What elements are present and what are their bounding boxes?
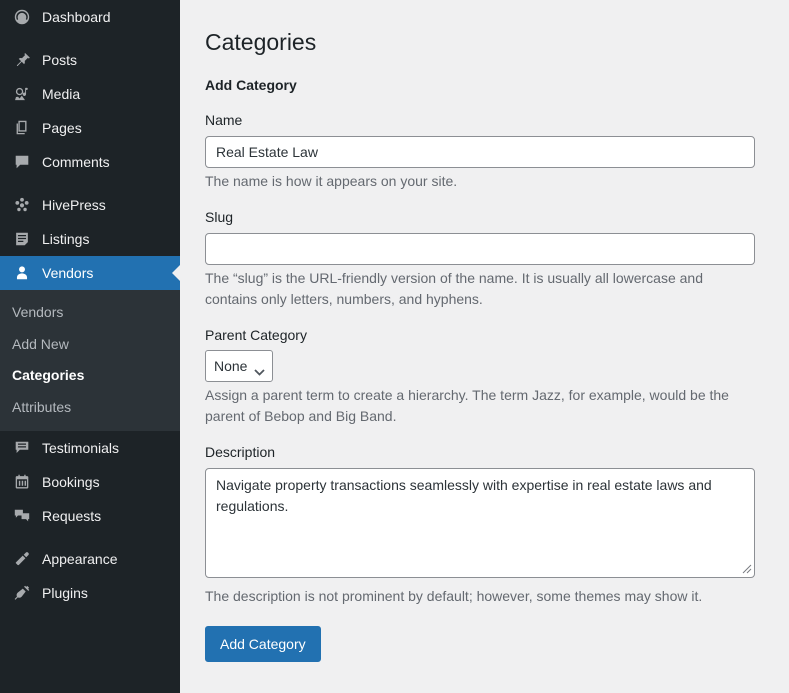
name-description: The name is how it appears on your site. — [205, 171, 755, 192]
sidebar-item-label: Appearance — [42, 552, 118, 566]
sidebar-item-label: Plugins — [42, 586, 88, 600]
description-textarea-wrap — [205, 468, 755, 578]
description-help-text: The description is not prominent by defa… — [205, 586, 755, 607]
parent-category-description: Assign a parent term to create a hierarc… — [205, 385, 755, 427]
submenu-item-vendors[interactable]: Vendors — [0, 297, 180, 329]
sidebar-item-comments[interactable]: Comments — [0, 145, 180, 179]
sidebar-item-label: Listings — [42, 232, 89, 246]
add-category-heading: Add Category — [205, 76, 769, 96]
sidebar-item-testimonials[interactable]: Testimonials — [0, 431, 180, 465]
sidebar-item-label: Pages — [42, 121, 82, 135]
sidebar-item-label: Requests — [42, 509, 101, 523]
description-textarea[interactable] — [205, 468, 755, 578]
hivepress-icon — [12, 195, 32, 215]
requests-icon — [12, 506, 32, 526]
slug-description: The “slug” is the URL-friendly version o… — [205, 268, 755, 310]
sidebar-item-posts[interactable]: Posts — [0, 43, 180, 77]
sidebar-item-pages[interactable]: Pages — [0, 111, 180, 145]
pushpin-icon — [12, 50, 32, 70]
admin-sidebar: Dashboard Posts Media Pages Comments Hiv… — [0, 0, 180, 693]
sidebar-item-vendors[interactable]: Vendors — [0, 256, 180, 290]
name-input[interactable] — [205, 136, 755, 168]
sidebar-item-listings[interactable]: Listings — [0, 222, 180, 256]
sidebar-item-label: Posts — [42, 53, 77, 67]
parent-category-select-wrap: None — [205, 350, 273, 382]
paintbrush-icon — [12, 549, 32, 569]
submenu-item-categories[interactable]: Categories — [0, 360, 180, 392]
slug-label: Slug — [205, 208, 769, 233]
description-label: Description — [205, 443, 769, 468]
slug-input[interactable] — [205, 233, 755, 265]
sidebar-item-label: Comments — [42, 155, 110, 169]
sidebar-item-label: Media — [42, 87, 80, 101]
listings-icon — [12, 229, 32, 249]
sidebar-item-label: HivePress — [42, 198, 106, 212]
parent-category-field-group: Parent Category None Assign a parent ter… — [205, 326, 769, 428]
media-icon — [12, 84, 32, 104]
sidebar-item-label: Dashboard — [42, 10, 111, 24]
vendors-icon — [12, 263, 32, 283]
submenu-item-add-new[interactable]: Add New — [0, 329, 180, 361]
page-title: Categories — [205, 19, 769, 62]
calendar-icon — [12, 472, 32, 492]
sidebar-item-label: Testimonials — [42, 441, 119, 455]
parent-category-select[interactable]: None — [205, 350, 273, 382]
pages-icon — [12, 118, 32, 138]
sidebar-item-plugins[interactable]: Plugins — [0, 576, 180, 610]
name-field-group: Name The name is how it appears on your … — [205, 111, 769, 192]
name-label: Name — [205, 111, 769, 136]
comments-icon — [12, 152, 32, 172]
add-category-button[interactable]: Add Category — [205, 626, 321, 662]
sidebar-item-label: Bookings — [42, 475, 100, 489]
main-content: Categories Add Category Name The name is… — [180, 0, 789, 693]
description-field-group: Description The description is not promi… — [205, 443, 769, 607]
submit-row: Add Category — [205, 626, 769, 662]
slug-field-group: Slug The “slug” is the URL-friendly vers… — [205, 208, 769, 310]
sidebar-item-media[interactable]: Media — [0, 77, 180, 111]
sidebar-item-hivepress[interactable]: HivePress — [0, 188, 180, 222]
sidebar-item-requests[interactable]: Requests — [0, 499, 180, 533]
dashboard-icon — [12, 7, 32, 27]
sidebar-item-appearance[interactable]: Appearance — [0, 542, 180, 576]
parent-category-label: Parent Category — [205, 326, 769, 351]
sidebar-item-dashboard[interactable]: Dashboard — [0, 0, 180, 34]
vendors-submenu: Vendors Add New Categories Attributes — [0, 290, 180, 431]
sidebar-item-label: Vendors — [42, 266, 93, 280]
submenu-item-attributes[interactable]: Attributes — [0, 392, 180, 424]
sidebar-item-bookings[interactable]: Bookings — [0, 465, 180, 499]
plug-icon — [12, 583, 32, 603]
testimonials-icon — [12, 438, 32, 458]
